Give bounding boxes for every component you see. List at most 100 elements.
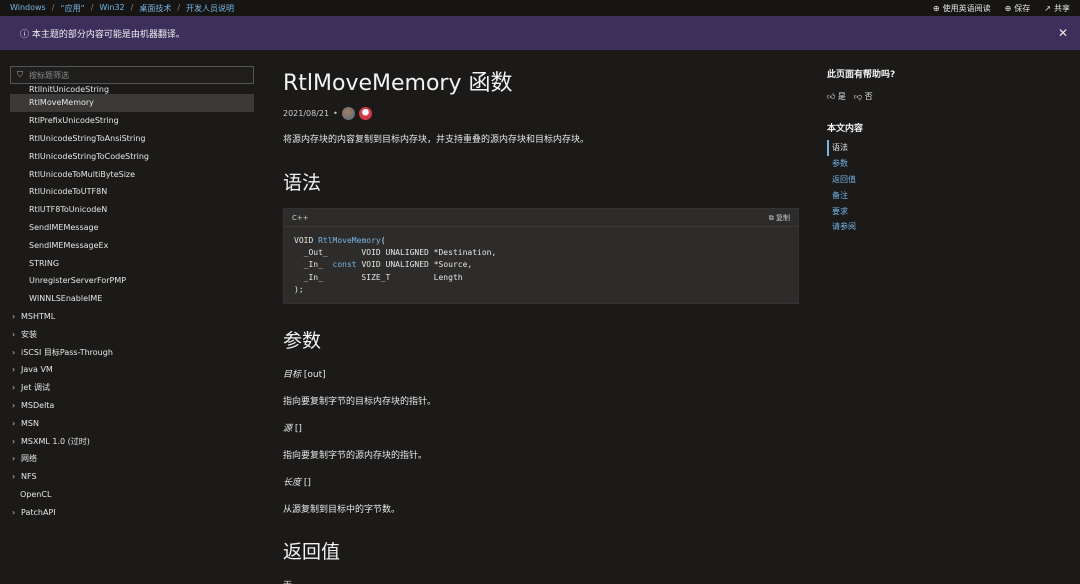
breadcrumb-separator: / — [130, 2, 134, 12]
article-description: 将源内存块的内容复制到目标内存块，并支持重叠的源内存块和目标内存块。 — [283, 135, 590, 145]
share-icon: ↗ — [1044, 3, 1051, 13]
breadcrumb-item-apps[interactable]: “应用” — [60, 3, 84, 14]
sidebar-group[interactable]: › MSN — [10, 414, 254, 432]
breadcrumb: Windows / “应用” / Win32 / 桌面技术 / 开发人员说明 — [10, 3, 234, 14]
sidebar-item[interactable]: WINNLSEnableIME — [10, 290, 254, 308]
article-date: 2021/08/21 — [283, 109, 330, 118]
filter-placeholder: 按标题筛选 — [29, 70, 69, 80]
sidebar-item[interactable]: RtlUnicodeStringToAnsiString — [10, 130, 254, 148]
table-of-contents-sidebar: ⛉ 按标题筛选 RtlInitUnicodeString RtlMoveMemo… — [10, 66, 254, 545]
chevron-right-icon: › — [12, 454, 16, 464]
sidebar-item-opencl[interactable]: OpenCL — [10, 486, 254, 504]
sidebar-item[interactable]: RtlUnicodeToUTF8N — [10, 183, 254, 201]
sidebar-group-label: iSCSI 目标Pass-Through — [21, 347, 113, 357]
code-keyword: const — [332, 260, 357, 270]
toc-item-syntax[interactable]: 语法 — [827, 140, 1067, 156]
sidebar-group[interactable]: › Java VM — [10, 361, 254, 379]
filter-icon: ⛉ — [17, 70, 23, 79]
save-button[interactable]: ⊕ 保存 — [1005, 3, 1031, 14]
return-value-heading: 返回值 — [283, 541, 341, 563]
sidebar-item-label: RtlUnicodeStringToAnsiString — [29, 133, 146, 143]
sidebar-item-label: STRING — [29, 258, 60, 268]
breadcrumb-item-windows[interactable]: Windows — [10, 3, 46, 14]
sidebar-group[interactable]: › PatchAPI — [10, 503, 254, 521]
sidebar-item-label: SendIMEMessage — [29, 222, 99, 232]
breadcrumb-separator: / — [177, 2, 181, 12]
breadcrumb-item-win32[interactable]: Win32 — [99, 3, 124, 14]
param-description: 指向要复制字节的目标内存块的指针。 — [283, 397, 437, 407]
meta-bullet: • — [333, 109, 338, 118]
sidebar-group-label: 安装 — [21, 329, 37, 339]
close-icon[interactable]: ✕ — [1058, 26, 1068, 40]
sidebar-item-label: RtlInitUnicodeString — [29, 86, 110, 94]
sidebar-item[interactable]: SendIMEMessageEx — [10, 236, 254, 254]
sidebar-group[interactable]: › 网络 — [10, 450, 254, 468]
sidebar-item[interactable]: RtlPrefixUnicodeString — [10, 112, 254, 130]
filter-input[interactable]: ⛉ 按标题筛选 — [10, 66, 254, 84]
sidebar-group-label: NFS — [21, 472, 37, 482]
toc-item-parameters[interactable]: 参数 — [827, 156, 1067, 172]
copy-button[interactable]: ⧉ 复制 — [769, 213, 790, 223]
param-name: 长度 [] — [283, 478, 311, 488]
sidebar-group[interactable]: › Jet 调试 — [10, 379, 254, 397]
sidebar-item[interactable]: SendIMEMessage — [10, 219, 254, 237]
sidebar-item-label: RtlUnicodeToMultiByteSize — [29, 169, 136, 179]
sidebar-group[interactable]: › 安装 — [10, 325, 254, 343]
parameters-heading: 参数 — [283, 330, 322, 352]
sidebar-group-label: 网络 — [21, 454, 37, 464]
chevron-right-icon: › — [12, 507, 16, 517]
chevron-right-icon: › — [12, 365, 16, 375]
breadcrumb-separator: / — [51, 2, 55, 12]
contributor-avatar[interactable] — [358, 107, 372, 120]
contributor-avatar[interactable] — [341, 107, 355, 120]
no-label: 否 — [864, 92, 873, 101]
chevron-right-icon: › — [12, 329, 16, 339]
sidebar-item[interactable]: RtlUTF8ToUnicodeN — [10, 201, 254, 219]
sidebar-item-label: RtlPrefixUnicodeString — [29, 116, 119, 126]
sidebar-item[interactable]: RtlUnicodeToMultiByteSize — [10, 165, 254, 183]
code-function-name: RtlMoveMemory — [318, 236, 381, 245]
sidebar-group[interactable]: › MSXML 1.0 (过时) — [10, 432, 254, 450]
chevron-right-icon: › — [12, 436, 16, 446]
article: RtlMoveMemory 函数 2021/08/21 • 将源内存块的内容复制… — [283, 51, 799, 584]
read-english-button[interactable]: ⊕ 使用英语阅读 — [933, 3, 991, 14]
yes-button[interactable]: 👍︎ 是 — [827, 91, 846, 102]
toc-item-see-also[interactable]: 请参阅 — [827, 219, 1067, 235]
sidebar-group-label: MSHTML — [21, 311, 56, 321]
sidebar-group[interactable]: › NFS — [10, 468, 254, 486]
article-meta: 2021/08/21 • — [283, 107, 799, 120]
toc-item-remarks[interactable]: 备注 — [827, 187, 1067, 203]
copy-icon: ⧉ — [768, 213, 776, 222]
sidebar-item-label: RtlUTF8ToUnicodeN — [29, 205, 108, 215]
sidebar-item-label: WINNLSEnableIME — [29, 294, 103, 304]
chevron-right-icon: › — [12, 472, 16, 482]
toc-item-requirements[interactable]: 要求 — [827, 203, 1067, 219]
sidebar-item-rtlmovememory[interactable]: RtlMoveMemory — [10, 94, 254, 112]
code-block-header: C++ ⧉ 复制 — [284, 209, 798, 227]
param-name: 目标 [out] — [283, 370, 326, 380]
breadcrumb-item-dev-notes[interactable]: 开发人员说明 — [186, 3, 234, 14]
sidebar-group-label: Java VM — [21, 365, 53, 375]
save-label: 保存 — [1014, 3, 1031, 13]
no-button[interactable]: 👎︎ 否 — [854, 91, 873, 102]
share-button[interactable]: ↗ 共享 — [1044, 3, 1070, 14]
sidebar-item[interactable]: RtlUnicodeStringToCodeString — [10, 147, 254, 165]
sidebar-item[interactable]: UnregisterServerForPMP — [10, 272, 254, 290]
sidebar-group[interactable]: › iSCSI 目标Pass-Through — [10, 343, 254, 361]
sidebar-item-rtlinitunicodestring[interactable]: RtlInitUnicodeString — [10, 86, 254, 94]
in-this-article-list: 语法 参数 返回值 备注 要求 请参阅 — [827, 140, 1067, 235]
info-icon: ⓘ — [20, 29, 30, 40]
chevron-right-icon: › — [12, 383, 16, 393]
sidebar-item[interactable]: STRING — [10, 254, 254, 272]
thumbs-down-icon: 👎︎ — [853, 92, 863, 101]
sidebar-group[interactable]: › MSDelta — [10, 397, 254, 415]
feedback-buttons: 👍︎ 是 👎︎ 否 — [827, 91, 1067, 102]
sidebar-item-label: UnregisterServerForPMP — [29, 276, 127, 286]
top-bar: Windows / “应用” / Win32 / 桌面技术 / 开发人员说明 ⊕… — [0, 0, 1080, 16]
sidebar-group[interactable]: › MSHTML — [10, 308, 254, 326]
toc-item-return-value[interactable]: 返回值 — [827, 172, 1067, 188]
feedback-title: 此页面有帮助吗? — [827, 70, 896, 80]
page-title: RtlMoveMemory 函数 — [283, 71, 513, 96]
sidebar-item-label: SendIMEMessageEx — [29, 240, 109, 250]
breadcrumb-item-desktop-tech[interactable]: 桌面技术 — [139, 3, 171, 14]
